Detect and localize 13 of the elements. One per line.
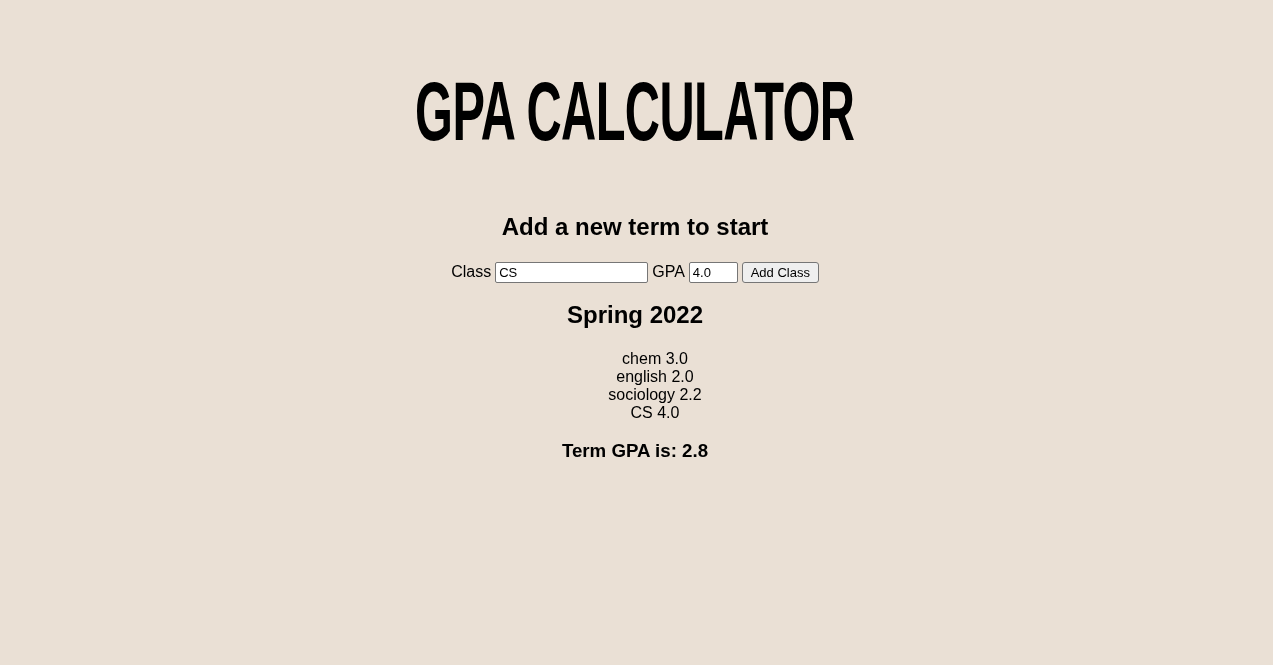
term-heading: Spring 2022 [566,301,704,329]
class-input[interactable]: CS [495,261,649,283]
page-title: GPA CALCULATOR [415,69,855,153]
prompt-heading: Add a new term to start [501,213,769,241]
class-label: Class [451,263,492,281]
class-entry: chem 3.0 [622,350,688,367]
term-gpa-text: Term GPA is: 2.8 [561,440,709,462]
class-entry: sociology 2.2 [608,386,702,403]
class-entry: CS 4.0 [630,404,680,421]
add-class-button[interactable]: Add Class [741,261,819,283]
gpa-input[interactable]: 4.0 [688,261,738,283]
gpa-label: GPA [652,263,685,281]
class-entry: english 2.0 [616,368,694,385]
